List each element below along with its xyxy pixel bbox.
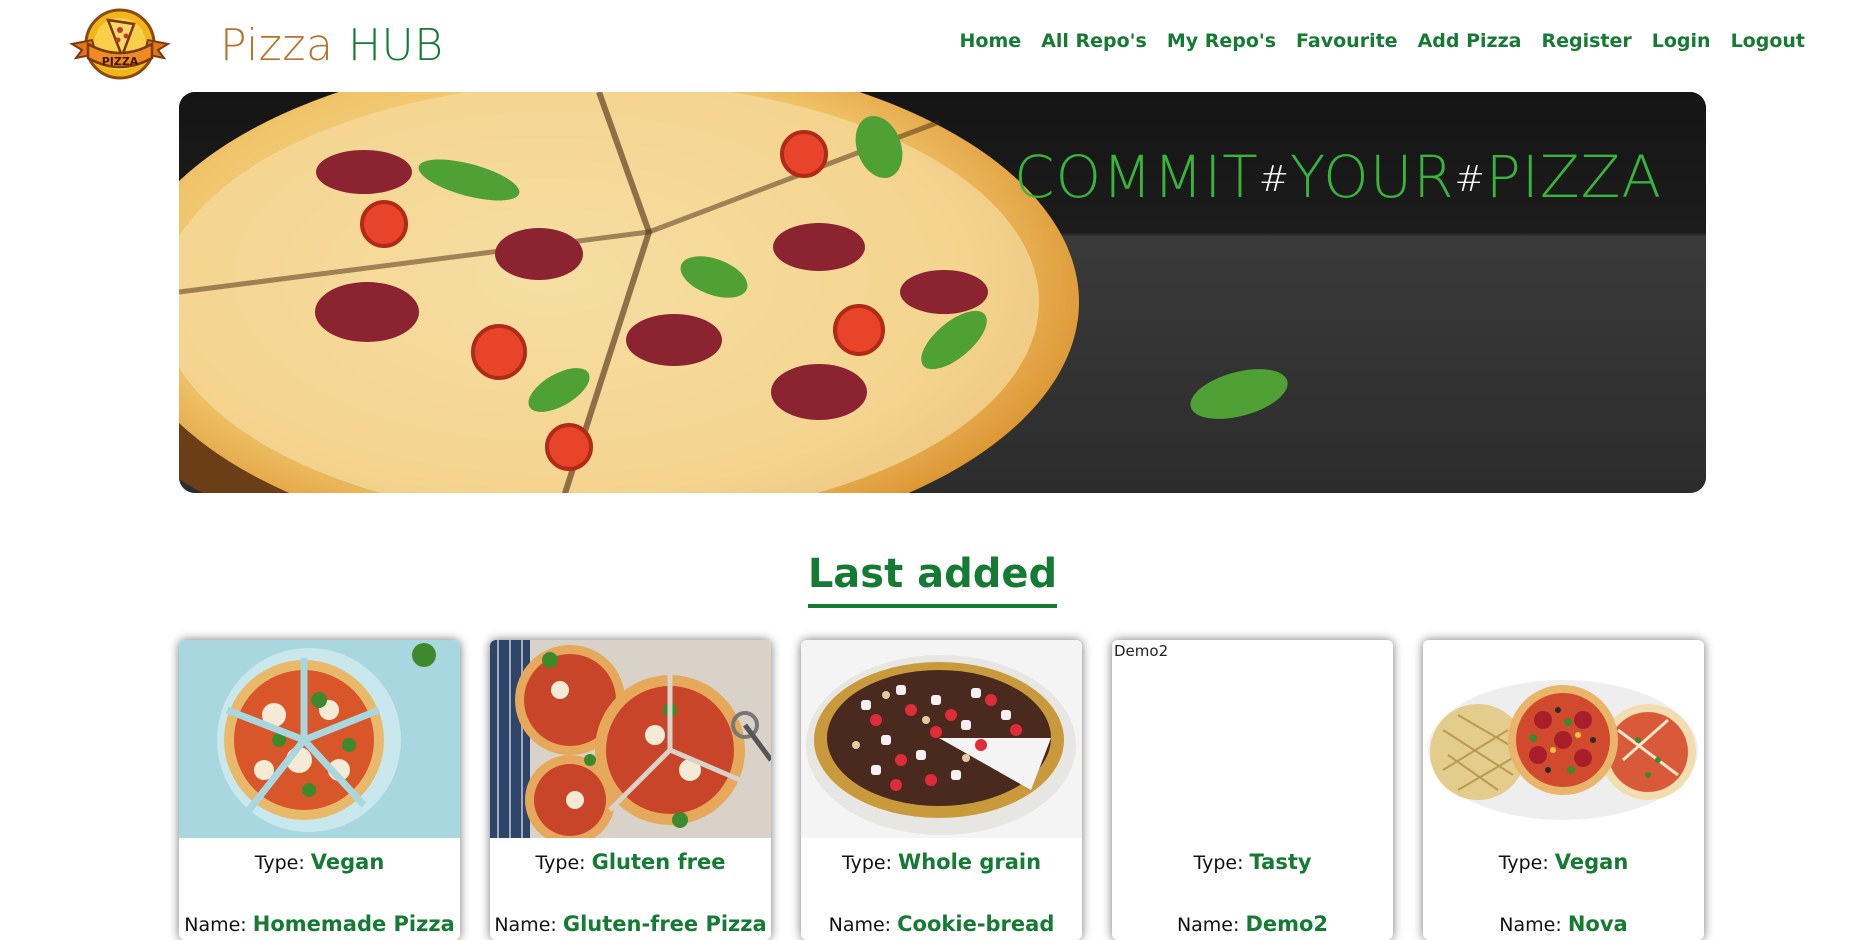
name-label: Name: <box>1499 914 1562 936</box>
pizza-card[interactable]: Type: Gluten free Name: Gluten-free Pizz… <box>490 640 771 940</box>
brand-title[interactable]: Pizza HUB <box>220 20 444 72</box>
pizza-name: Name: Cookie-bread <box>801 910 1082 939</box>
nav-favourite[interactable]: Favourite <box>1286 26 1408 56</box>
nav-home[interactable]: Home <box>950 26 1032 56</box>
name-label: Name: <box>828 914 892 936</box>
name-label: Name: <box>184 914 247 936</box>
pizza-name: Name: Gluten-free Pizza <box>490 910 771 939</box>
type-label: Type: <box>254 852 305 874</box>
section-title: Last added <box>807 548 1058 608</box>
nav-logout[interactable]: Logout <box>1721 26 1815 56</box>
slogan-hash-2: # <box>1454 159 1486 200</box>
nav-all-repos[interactable]: All Repo's <box>1031 26 1157 56</box>
name-label: Name: <box>1176 914 1240 936</box>
name-value: Nova <box>1567 912 1628 936</box>
nav-login[interactable]: Login <box>1642 26 1721 56</box>
name-value: Cookie-bread <box>897 912 1055 936</box>
pizza-type: Type: Tasty <box>1112 848 1393 877</box>
slogan-word-pizza: PIZZA <box>1485 143 1662 211</box>
broken-image-alt-text: Demo2 <box>1114 642 1169 660</box>
pizza-type: Type: Gluten free <box>490 848 771 877</box>
type-value: Gluten free <box>591 850 726 874</box>
site-header: PIZZA Pizza HUB Home All Repo's My Repo'… <box>0 0 1865 88</box>
pizza-name: Name: Homemade Pizza <box>179 910 460 939</box>
main-nav: Home All Repo's My Repo's Favourite Add … <box>950 26 1815 56</box>
logo-text: PIZZA <box>102 55 139 68</box>
pizza-logo-icon: PIZZA <box>69 8 171 80</box>
pizza-type: Type: Whole grain <box>801 848 1082 877</box>
type-value: Vegan <box>1554 850 1629 874</box>
pizza-image[interactable] <box>179 640 460 838</box>
hero-slogan: COMMIT#YOUR#PIZZA <box>1014 142 1662 215</box>
pizza-image-broken[interactable]: Demo2 <box>1112 640 1393 838</box>
nav-register[interactable]: Register <box>1531 26 1641 56</box>
pizza-name: Name: Demo2 <box>1112 910 1393 939</box>
slogan-word-your: YOUR <box>1289 143 1455 211</box>
nav-add-pizza[interactable]: Add Pizza <box>1408 26 1532 56</box>
slogan-hash-1: # <box>1258 159 1290 200</box>
pizza-card[interactable]: Demo2 Type: Tasty Name: Demo2 <box>1112 640 1393 940</box>
type-label: Type: <box>1193 852 1244 874</box>
hero-banner: COMMIT#YOUR#PIZZA <box>179 92 1706 493</box>
pizza-card[interactable]: Type: Whole grain Name: Cookie-bread <box>801 640 1082 940</box>
last-added-heading: Last added <box>0 548 1865 608</box>
slogan-word-commit: COMMIT <box>1013 143 1259 211</box>
type-value: Whole grain <box>898 850 1042 874</box>
pizza-name: Name: Nova <box>1423 910 1704 939</box>
name-label: Name: <box>494 914 557 936</box>
pizza-type: Type: Vegan <box>1423 848 1704 877</box>
pizza-card-list: Type: Vegan Name: Homemade Pizza Type: G… <box>179 640 1706 940</box>
pizza-type: Type: Vegan <box>179 848 460 877</box>
type-label: Type: <box>1498 852 1549 874</box>
brand-part2: HUB <box>333 20 444 71</box>
pizza-image[interactable] <box>801 640 1082 838</box>
type-value: Vegan <box>310 850 385 874</box>
pizza-image[interactable] <box>490 640 771 838</box>
name-value: Gluten-free Pizza <box>562 912 767 936</box>
type-value: Tasty <box>1249 850 1312 874</box>
type-label: Type: <box>535 852 586 874</box>
pizza-image[interactable] <box>1423 640 1704 838</box>
pizza-card[interactable]: Type: Vegan Name: Nova <box>1423 640 1704 940</box>
pizza-card[interactable]: Type: Vegan Name: Homemade Pizza <box>179 640 460 940</box>
name-value: Homemade Pizza <box>252 912 455 936</box>
type-label: Type: <box>841 852 892 874</box>
name-value: Demo2 <box>1245 912 1329 936</box>
brand-part1: Pizza <box>220 20 334 71</box>
nav-my-repos[interactable]: My Repo's <box>1157 26 1286 56</box>
pizza-logo[interactable]: PIZZA <box>68 4 172 82</box>
